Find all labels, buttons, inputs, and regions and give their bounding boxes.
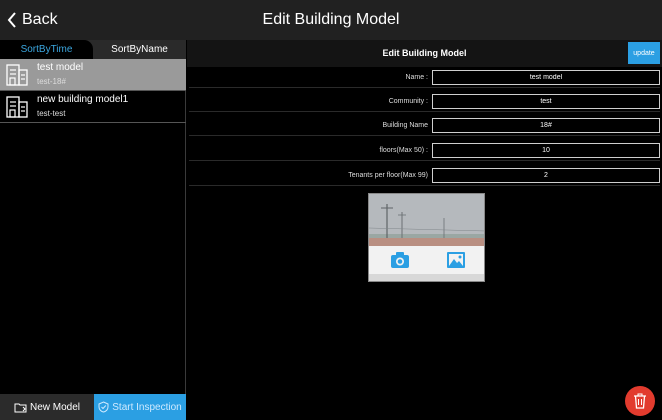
tab-sort-by-time[interactable]: SortByTime bbox=[0, 40, 93, 59]
photo-scene bbox=[369, 204, 484, 246]
page-title: Edit Building Model bbox=[262, 11, 400, 28]
image-icon[interactable] bbox=[445, 249, 467, 271]
trash-icon bbox=[634, 393, 646, 409]
field-label: floors(Max 50) : bbox=[379, 147, 428, 154]
building-icon bbox=[6, 64, 28, 86]
photo-action-strip bbox=[369, 246, 484, 274]
model-name: new building model1 bbox=[37, 94, 129, 105]
community-field[interactable] bbox=[432, 94, 660, 109]
update-button[interactable]: update bbox=[628, 42, 660, 64]
model-name: test model bbox=[37, 62, 84, 73]
form-row-building-name: Building Name bbox=[189, 115, 660, 136]
sort-tabs: SortByTime SortByName bbox=[0, 40, 186, 59]
sidebar-actions: New Model Start Inspection bbox=[0, 394, 186, 420]
form-row-community: Community : bbox=[189, 91, 660, 112]
field-label: Building Name bbox=[382, 122, 428, 129]
field-label: Community : bbox=[388, 98, 428, 105]
start-inspection-button[interactable]: Start Inspection bbox=[94, 394, 186, 420]
tenants-field[interactable] bbox=[432, 168, 660, 183]
field-label: Name : bbox=[405, 74, 428, 81]
list-item[interactable]: new building model1 test-test bbox=[0, 91, 186, 123]
top-bar: Back Edit Building Model bbox=[0, 0, 662, 40]
start-inspection-label: Start Inspection bbox=[112, 401, 182, 413]
model-list: test model test-18# new building model1 … bbox=[0, 59, 186, 123]
floors-field[interactable] bbox=[432, 143, 660, 158]
delete-button[interactable] bbox=[625, 386, 655, 416]
add-folder-icon bbox=[14, 403, 27, 412]
building-name-field[interactable] bbox=[432, 118, 660, 133]
shield-check-icon bbox=[98, 401, 109, 413]
list-item[interactable]: test model test-18# bbox=[0, 59, 186, 91]
tab-sort-by-name[interactable]: SortByName bbox=[93, 40, 186, 59]
camera-icon[interactable] bbox=[389, 249, 411, 271]
form-title: Edit Building Model bbox=[382, 48, 467, 58]
form-row-tenants: Tenants per floor(Max 99) bbox=[189, 165, 660, 186]
new-model-button[interactable]: New Model bbox=[0, 394, 94, 420]
new-model-label: New Model bbox=[29, 401, 81, 413]
edit-form-panel: Edit Building Model update Name : Commun… bbox=[187, 40, 662, 420]
form-row-name: Name : bbox=[189, 67, 660, 88]
model-subtitle: test-test bbox=[37, 109, 66, 118]
building-photo bbox=[368, 193, 485, 282]
name-field[interactable] bbox=[432, 70, 660, 85]
model-sidebar: SortByTime SortByName test model test-18… bbox=[0, 40, 186, 420]
model-subtitle: test-18# bbox=[37, 77, 66, 86]
field-label: Tenants per floor(Max 99) bbox=[348, 172, 428, 179]
form-header: Edit Building Model update bbox=[187, 40, 662, 67]
building-icon bbox=[6, 96, 28, 118]
form-row-floors: floors(Max 50) : bbox=[189, 140, 660, 161]
